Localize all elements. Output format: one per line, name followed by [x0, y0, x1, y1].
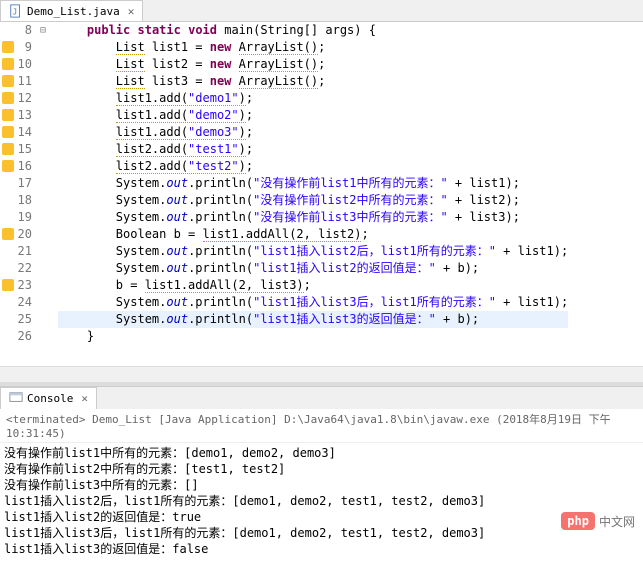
line-number[interactable]: 14 [0, 124, 32, 141]
line-number[interactable]: 23 [0, 277, 32, 294]
code-line[interactable]: System.out.println("没有操作前list2中所有的元素：" +… [58, 192, 568, 209]
line-gutter: 891011121314151617181920212223242526 [0, 22, 38, 366]
editor-tab-bar: J Demo_List.java ✕ [0, 0, 643, 22]
horizontal-scrollbar[interactable] [0, 366, 643, 382]
code-line[interactable]: Boolean b = list1.addAll(2, list2); [58, 226, 568, 243]
code-editor[interactable]: 891011121314151617181920212223242526 pub… [0, 22, 643, 366]
editor-tab[interactable]: J Demo_List.java ✕ [0, 0, 143, 21]
code-line[interactable]: System.out.println("没有操作前list3中所有的元素：" +… [58, 209, 568, 226]
line-number[interactable]: 25 [0, 311, 32, 328]
console-output[interactable]: 没有操作前list1中所有的元素：[demo1, demo2, demo3] 没… [0, 443, 643, 586]
code-line[interactable]: list2.add("test2"); [58, 158, 568, 175]
code-line[interactable]: list1.add("demo3"); [58, 124, 568, 141]
line-number[interactable]: 21 [0, 243, 32, 260]
code-line[interactable]: System.out.println("没有操作前list1中所有的元素：" +… [58, 175, 568, 192]
line-number[interactable]: 8 [0, 22, 32, 39]
code-line[interactable]: List list3 = new ArrayList(); [58, 73, 568, 90]
line-number[interactable]: 20 [0, 226, 32, 243]
line-number[interactable]: 24 [0, 294, 32, 311]
code-line[interactable]: list1.add("demo2"); [58, 107, 568, 124]
console-tab[interactable]: Console ✕ [0, 387, 97, 409]
line-number[interactable]: 26 [0, 328, 32, 345]
code-area[interactable]: public static void main(String[] args) {… [38, 22, 568, 366]
code-line[interactable]: List list2 = new ArrayList(); [58, 56, 568, 73]
line-number[interactable]: 18 [0, 192, 32, 209]
line-number[interactable]: 22 [0, 260, 32, 277]
code-line[interactable]: System.out.println("list1插入list2后，list1所… [58, 243, 568, 260]
line-number[interactable]: 12 [0, 90, 32, 107]
console-run-header: <terminated> Demo_List [Java Application… [0, 409, 643, 443]
code-line[interactable]: System.out.println("list1插入list2的返回值是：" … [58, 260, 568, 277]
close-icon[interactable]: ✕ [81, 392, 88, 405]
code-line[interactable]: System.out.println("list1插入list3的返回值是：" … [58, 311, 568, 328]
svg-text:J: J [13, 8, 18, 17]
line-number[interactable]: 17 [0, 175, 32, 192]
console-tab-bar: Console ✕ [0, 387, 643, 409]
line-number[interactable]: 15 [0, 141, 32, 158]
code-line[interactable]: System.out.println("list1插入list3后，list1所… [58, 294, 568, 311]
line-number[interactable]: 19 [0, 209, 32, 226]
close-icon[interactable]: ✕ [128, 5, 135, 18]
line-number[interactable]: 11 [0, 73, 32, 90]
code-line[interactable]: list1.add("demo1"); [58, 90, 568, 107]
console-icon [9, 390, 23, 407]
tab-filename: Demo_List.java [27, 5, 120, 18]
java-file-icon: J [9, 4, 23, 18]
line-number[interactable]: 16 [0, 158, 32, 175]
line-number[interactable]: 10 [0, 56, 32, 73]
code-line[interactable]: List list1 = new ArrayList(); [58, 39, 568, 56]
code-line[interactable]: list2.add("test1"); [58, 141, 568, 158]
code-line[interactable]: public static void main(String[] args) { [58, 22, 568, 39]
code-line[interactable]: } [58, 328, 568, 345]
line-number[interactable]: 13 [0, 107, 32, 124]
line-number[interactable]: 9 [0, 39, 32, 56]
console-panel: Console ✕ <terminated> Demo_List [Java A… [0, 386, 643, 586]
console-tab-label: Console [27, 392, 73, 405]
code-line[interactable]: b = list1.addAll(2, list3); [58, 277, 568, 294]
